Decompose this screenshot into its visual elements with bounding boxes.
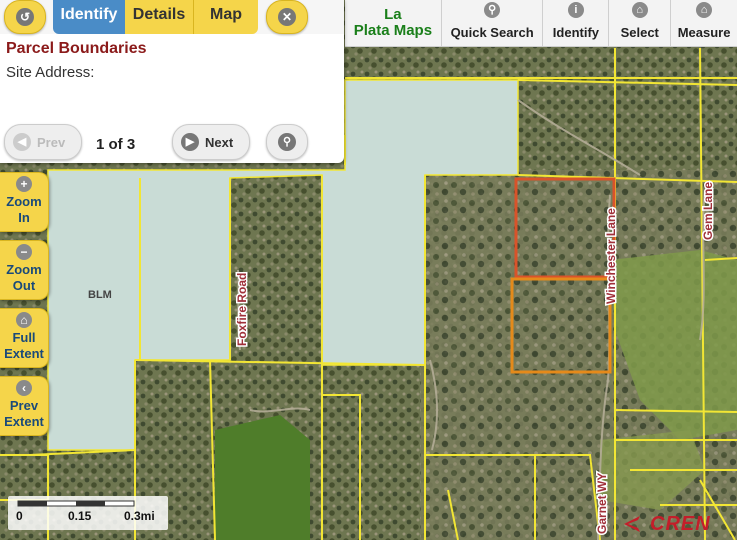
tab-details[interactable]: Details [125,0,194,34]
label-garnet-wy: Garnet WY [595,473,609,534]
measure-label: Measure [677,25,731,40]
minus-icon: − [16,244,32,260]
grass-field-southwest [215,415,310,540]
cren-logo: CREN [620,512,735,536]
zoom-out-line1: Zoom [6,262,42,277]
chevron-right-icon: ▶ [181,133,199,151]
prev-extent-button[interactable]: ‹ Prev Extent [0,376,49,436]
back-button[interactable]: ↺ [4,0,46,34]
scale-label-0: 0 [16,509,23,523]
result-counter: 1 of 3 [96,136,136,153]
home-icon: ⌂ [696,2,713,18]
back-arrow-icon: ↺ [16,8,34,26]
full-extent-button[interactable]: ⌂ Full Extent [0,308,49,368]
cren-logo-mark [624,516,640,532]
quick-search-label: Quick Search [450,25,534,40]
close-icon: ✕ [278,8,296,26]
quick-search-button[interactable]: ⚲ Quick Search [442,0,544,46]
prev-extent-line2: Extent [4,414,44,429]
full-extent-line1: Full [12,330,36,345]
scale-label-015: 0.15 [68,509,92,523]
zoom-in-line1: Zoom [6,194,42,209]
zoom-in-line2: In [18,210,30,225]
scale-bar-graphic [17,500,135,507]
zoom-out-button[interactable]: − Zoom Out [0,240,49,300]
chevron-left-icon: ‹ [16,380,32,396]
tab-map[interactable]: Map [194,0,258,34]
main-toolbar: La Plata Maps ⚲ Quick Search i Identify … [345,0,737,47]
next-button[interactable]: ▶ Next [172,124,250,160]
label-foxfire-road: Foxfire Road [235,273,249,346]
label-blm: BLM [88,289,112,301]
identify-tool-label: Identify [552,25,600,40]
select-button[interactable]: ⌂ Select [609,0,672,46]
site-address-label: Site Address: [6,64,95,81]
chevron-left-icon: ◀ [13,133,31,151]
plus-icon: + [16,176,32,192]
magnifier-icon: ⚲ [278,133,296,151]
panel-title: Parcel Boundaries [6,40,147,57]
home-icon: ⌂ [16,312,32,328]
prev-extent-line1: Prev [9,398,39,413]
scale-bar: 0 0.15 0.3mi [8,496,168,530]
identify-tool-button[interactable]: i Identify [543,0,610,46]
prev-button[interactable]: ◀ Prev [4,124,82,160]
info-icon: i [567,2,584,18]
cren-logo-text: CREN [650,512,711,535]
identify-panel: ↺ Identify Details Map ✕ Parcel Boundari… [0,0,344,163]
label-winchester-lane: Winchester Lane [604,208,618,304]
search-icon: ⚲ [484,2,501,18]
select-label: Select [620,25,659,40]
next-label: Next [205,134,234,150]
home-icon: ⌂ [631,2,648,18]
close-button[interactable]: ✕ [266,0,308,34]
zoom-to-result-button[interactable]: ⚲ [266,124,308,160]
app-title[interactable]: La Plata Maps [345,0,442,46]
scale-label-03: 0.3mi [124,509,155,523]
prev-label: Prev [37,134,66,150]
label-gem-lane: Gem Lane [701,182,715,240]
app-title-line2: Plata Maps [353,22,433,39]
full-extent-line2: Extent [4,346,44,361]
measure-button[interactable]: ⌂ Measure [671,0,737,46]
zoom-in-button[interactable]: + Zoom In [0,172,49,232]
app-title-line1: La [384,6,402,23]
tab-identify[interactable]: Identify [53,0,125,34]
zoom-out-line2: Out [12,278,36,293]
